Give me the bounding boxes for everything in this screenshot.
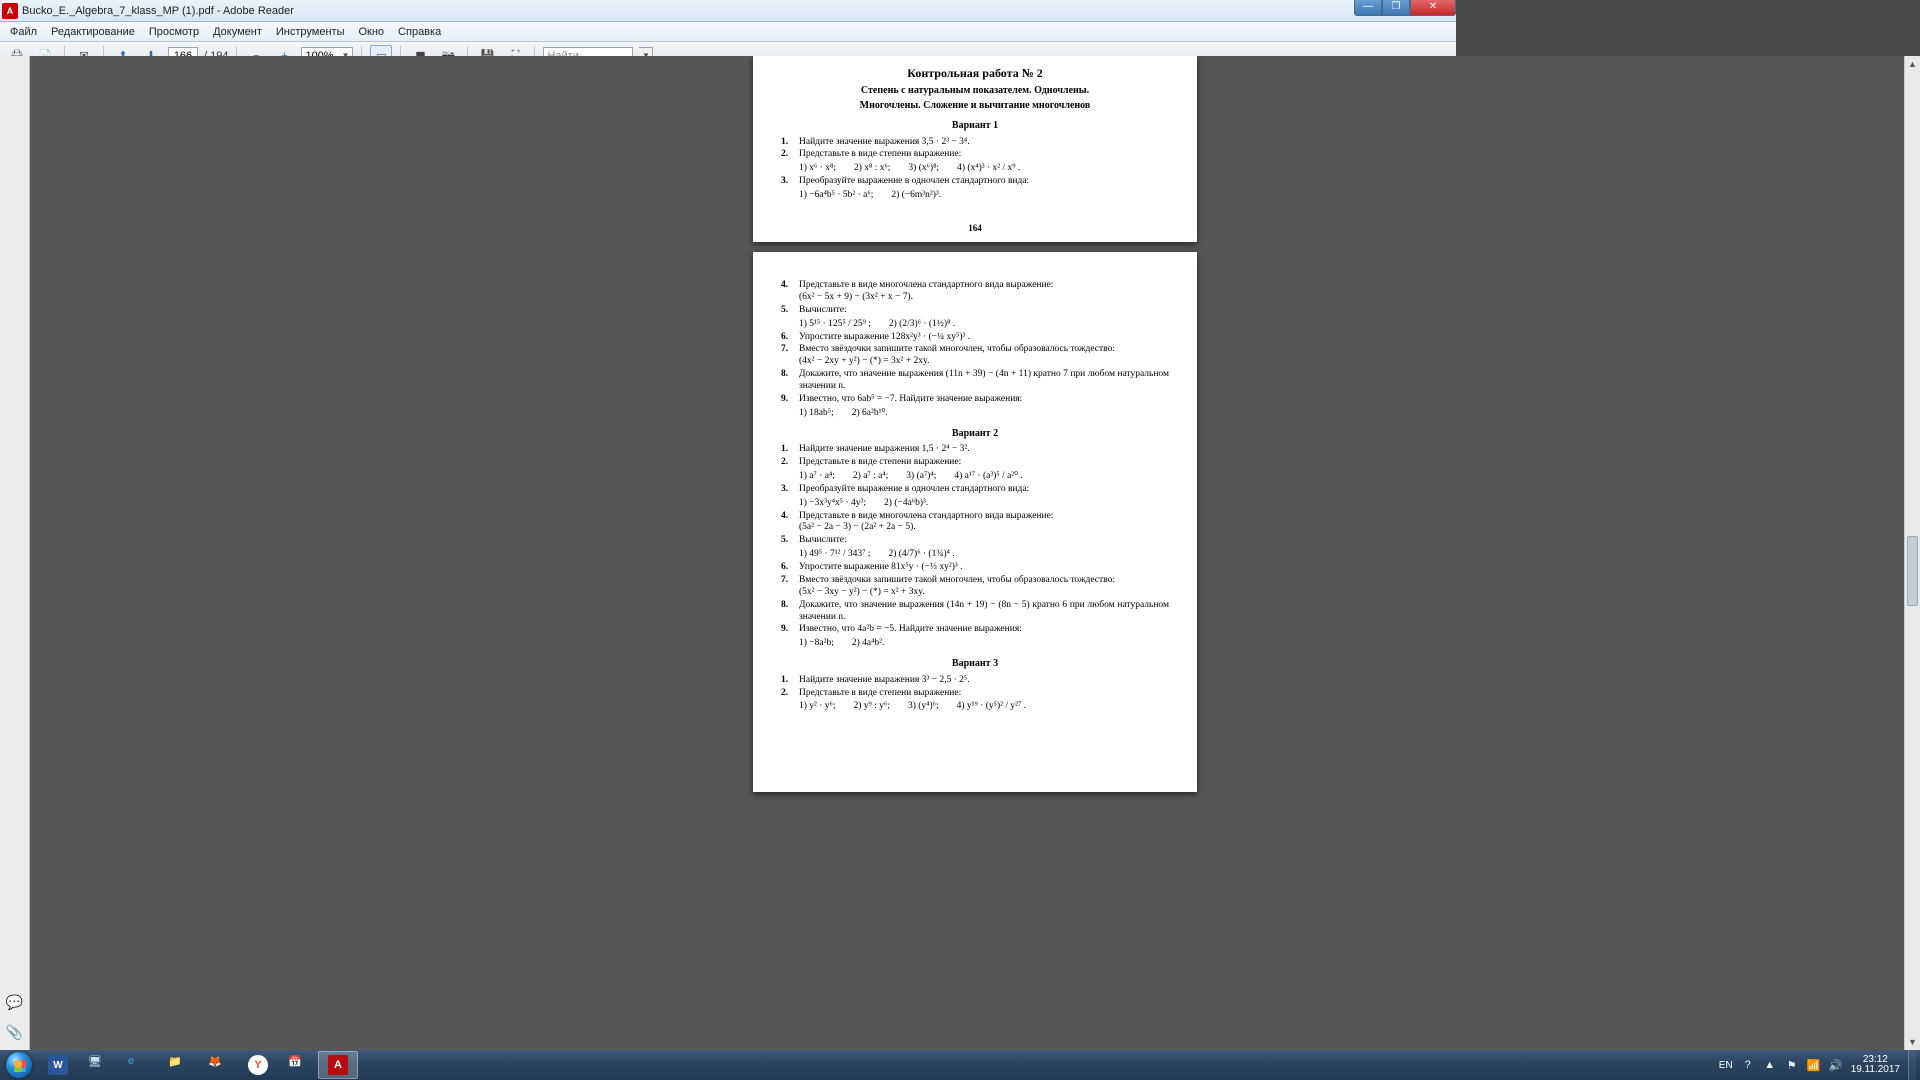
taskbar-item-calendar[interactable]: 📅 bbox=[278, 1051, 318, 1079]
task-number: 6. bbox=[781, 562, 799, 574]
doc-title: Контрольная работа № 2 bbox=[781, 66, 1169, 81]
task-number: 1. bbox=[781, 675, 799, 687]
taskbar-item-ie[interactable]: e bbox=[118, 1051, 158, 1079]
language-indicator[interactable]: EN bbox=[1719, 1060, 1733, 1071]
volume-icon[interactable]: 🔊 bbox=[1829, 1058, 1843, 1072]
task-number: 8. bbox=[781, 369, 799, 393]
network-icon[interactable]: 📶 bbox=[1807, 1058, 1821, 1072]
menu-window[interactable]: Окно bbox=[352, 24, 390, 40]
windows-orb-icon bbox=[6, 1052, 32, 1078]
task-body: Представьте в виде степени выражение: 1)… bbox=[799, 149, 1169, 175]
window-restore-button[interactable]: ❐ bbox=[1382, 0, 1410, 16]
taskbar-item-explorer[interactable]: 📁 bbox=[158, 1051, 198, 1079]
scroll-down-arrow[interactable]: ▼ bbox=[1905, 1034, 1920, 1050]
taskbar-item-yandex[interactable]: Y bbox=[238, 1051, 278, 1079]
menu-view[interactable]: Просмотр bbox=[143, 24, 205, 40]
task-body: Найдите значение выражения 3³ − 2,5 · 2⁵… bbox=[799, 675, 1169, 687]
task-number: 2. bbox=[781, 688, 799, 714]
taskbar-item-word[interactable]: W bbox=[38, 1051, 78, 1079]
task-body: Докажите, что значение выражения (11n + … bbox=[799, 369, 1169, 393]
task-body: Упростите выражение 128x²y³ · (−¼ xy⁵)³ … bbox=[799, 332, 1169, 344]
window-title: Bucko_E._Algebra_7_klass_MP (1).pdf - Ad… bbox=[22, 5, 294, 17]
workspace: 💬 📎 Контрольная работа № 2 Степень с нат… bbox=[0, 56, 1920, 1050]
task-number: 3. bbox=[781, 484, 799, 510]
taskbar-item-adobe-reader[interactable]: A bbox=[318, 1051, 358, 1079]
task-body: Представьте в виде многочлена стандартно… bbox=[799, 511, 1169, 535]
menu-bar: Файл Редактирование Просмотр Документ Ин… bbox=[0, 22, 1456, 42]
task-number: 9. bbox=[781, 394, 799, 420]
task-number: 3. bbox=[781, 176, 799, 202]
task-body: Упростите выражение 81x⁵y · (−⅓ xy²)³ . bbox=[799, 562, 1169, 574]
menu-tools[interactable]: Инструменты bbox=[270, 24, 351, 40]
scrollbar-thumb[interactable] bbox=[1907, 536, 1918, 606]
attachments-panel-icon[interactable]: 📎 bbox=[6, 1024, 24, 1040]
task-body: Найдите значение выражения 3,5 · 2³ − 3⁴… bbox=[799, 137, 1169, 149]
task-number: 7. bbox=[781, 344, 799, 368]
adobe-reader-icon: A bbox=[2, 3, 18, 19]
menu-file[interactable]: Файл bbox=[4, 24, 43, 40]
window-titlebar: A Bucko_E._Algebra_7_klass_MP (1).pdf - … bbox=[0, 0, 1456, 22]
task-number: 1. bbox=[781, 137, 799, 149]
navigation-pane: 💬 📎 bbox=[0, 56, 30, 1050]
task-number: 1. bbox=[781, 444, 799, 456]
task-body: Представьте в виде многочлена стандартно… bbox=[799, 280, 1169, 304]
action-center-icon[interactable]: ⚑ bbox=[1785, 1058, 1799, 1072]
task-body: Представьте в виде степени выражение:1) … bbox=[799, 457, 1169, 483]
task-body: Преобразуйте выражение в одночлен станда… bbox=[799, 484, 1169, 510]
task-number: 5. bbox=[781, 305, 799, 331]
help-icon[interactable]: ? bbox=[1741, 1058, 1755, 1072]
task-body: Вычислите:1) 5¹⁵ · 125⁵ / 25⁹ ;2) (2/3)⁶… bbox=[799, 305, 1169, 331]
variant-heading: Вариант 3 bbox=[781, 658, 1169, 671]
taskbar-item-firefox[interactable]: 🦊 bbox=[198, 1051, 238, 1079]
clock[interactable]: 23:12 19.11.2017 bbox=[1851, 1055, 1900, 1076]
variant-heading: Вариант 2 bbox=[781, 428, 1169, 441]
vertical-scrollbar[interactable]: ▲ ▼ bbox=[1904, 56, 1920, 1050]
pdf-page-164: Контрольная работа № 2 Степень с натурал… bbox=[753, 56, 1197, 242]
task-number: 8. bbox=[781, 600, 799, 624]
tray-chevron-icon[interactable]: ▲ bbox=[1763, 1058, 1777, 1072]
task-number: 4. bbox=[781, 280, 799, 304]
page-number-label: 164 bbox=[753, 223, 1197, 234]
task-body: Вместо звёздочки запишите такой многочле… bbox=[799, 575, 1169, 599]
window-close-button[interactable]: ✕ bbox=[1410, 0, 1456, 16]
task-body: Известно, что 4a²b = −5. Найдите значени… bbox=[799, 624, 1169, 650]
task-body: Вместо звёздочки запишите такой многочле… bbox=[799, 344, 1169, 368]
task-body: Преобразуйте выражение в одночлен станда… bbox=[799, 176, 1169, 202]
taskbar-item-projector[interactable]: 🖥 bbox=[78, 1051, 118, 1079]
menu-document[interactable]: Документ bbox=[207, 24, 268, 40]
task-number: 7. bbox=[781, 575, 799, 599]
task-number: 6. bbox=[781, 332, 799, 344]
task-number: 4. bbox=[781, 511, 799, 535]
task-body: Представьте в виде степени выражение:1) … bbox=[799, 688, 1169, 714]
variant-heading: Вариант 1 bbox=[781, 120, 1169, 133]
task-body: Вычислите:1) 49⁵ · 7¹² / 343⁷ ;2) (4/7)⁶… bbox=[799, 535, 1169, 561]
scroll-up-arrow[interactable]: ▲ bbox=[1905, 56, 1920, 72]
comments-panel-icon[interactable]: 💬 bbox=[6, 994, 24, 1010]
start-button[interactable] bbox=[0, 1050, 38, 1080]
window-minimize-button[interactable]: — bbox=[1354, 0, 1382, 16]
show-desktop-button[interactable] bbox=[1908, 1050, 1916, 1080]
doc-subtitle: Степень с натуральным показателем. Одноч… bbox=[781, 85, 1169, 98]
task-body: Докажите, что значение выражения (14n + … bbox=[799, 600, 1169, 624]
menu-edit[interactable]: Редактирование bbox=[45, 24, 141, 40]
task-number: 2. bbox=[781, 457, 799, 483]
doc-subtitle: Многочлены. Сложение и вычитание многочл… bbox=[781, 100, 1169, 113]
task-number: 5. bbox=[781, 535, 799, 561]
windows-taskbar: W 🖥 e 📁 🦊 Y 📅 A EN ? ▲ ⚑ 📶 🔊 23:12 19.11… bbox=[0, 1050, 1920, 1080]
task-number: 2. bbox=[781, 149, 799, 175]
pdf-page-165: 4.Представьте в виде многочлена стандарт… bbox=[753, 252, 1197, 792]
task-body: Известно, что 6ab⁵ = −7. Найдите значени… bbox=[799, 394, 1169, 420]
system-tray: EN ? ▲ ⚑ 📶 🔊 23:12 19.11.2017 bbox=[1715, 1050, 1920, 1080]
task-body: Найдите значение выражения 1,5 · 2⁴ − 3²… bbox=[799, 444, 1169, 456]
menu-help[interactable]: Справка bbox=[392, 24, 447, 40]
document-viewport[interactable]: Контрольная работа № 2 Степень с натурал… bbox=[30, 56, 1920, 1050]
task-number: 9. bbox=[781, 624, 799, 650]
